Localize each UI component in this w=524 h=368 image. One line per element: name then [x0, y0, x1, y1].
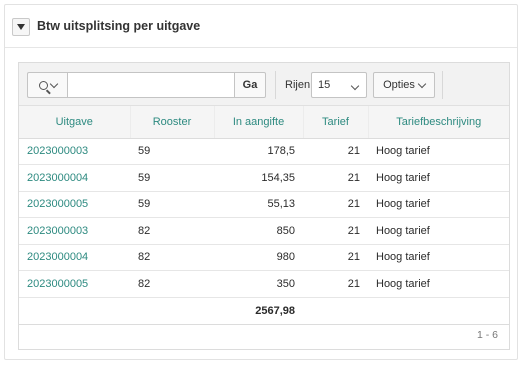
- empty-cell: [303, 297, 368, 325]
- rooster-cell: 82: [130, 244, 214, 271]
- beschrijving-cell: Hoog tarief: [368, 191, 509, 218]
- search-column-menu[interactable]: [27, 72, 67, 98]
- options-button[interactable]: Opties: [373, 72, 435, 98]
- column-header-in-aangifte[interactable]: In aangifte: [214, 106, 304, 139]
- aangifte-total: 2567,98: [214, 297, 303, 325]
- tarief-cell: 21: [303, 217, 368, 245]
- uitgave-link[interactable]: 2023000005: [19, 191, 130, 218]
- panel-title: Btw uitsplitsing per uitgave: [37, 19, 201, 33]
- search-input[interactable]: [67, 72, 235, 98]
- column-header-tarief[interactable]: Tarief: [303, 106, 369, 139]
- report-region: Ga Rijen 15 Opties Uitgave Rooster In aa…: [18, 62, 510, 350]
- rooster-cell: 59: [130, 164, 214, 192]
- rooster-cell: 59: [130, 191, 214, 218]
- empty-cell: [19, 297, 130, 325]
- aangifte-cell: 178,5: [214, 138, 303, 165]
- vat-breakdown-panel: Btw uitsplitsing per uitgave Ga Rijen 15…: [4, 4, 518, 360]
- options-label: Opties: [383, 79, 415, 91]
- toolbar-divider: [442, 71, 443, 99]
- tarief-cell: 21: [303, 164, 368, 192]
- uitgave-link[interactable]: 2023000005: [19, 270, 130, 298]
- total-row: 2567,98: [19, 297, 509, 325]
- vat-table: Uitgave Rooster In aangifte Tarief Tarie…: [19, 106, 509, 325]
- table-row: 2023000005 59 55,13 21 Hoog tarief: [19, 191, 509, 218]
- table-row: 2023000005 82 350 21 Hoog tarief: [19, 270, 509, 298]
- tarief-cell: 21: [303, 270, 368, 298]
- tarief-cell: 21: [303, 191, 368, 218]
- column-header-uitgave[interactable]: Uitgave: [19, 106, 131, 139]
- rooster-cell: 82: [130, 217, 214, 245]
- table-header-row: Uitgave Rooster In aangifte Tarief Tarie…: [19, 106, 509, 139]
- tarief-cell: 21: [303, 244, 368, 271]
- rooster-cell: 82: [130, 270, 214, 298]
- empty-cell: [368, 297, 509, 325]
- aangifte-cell: 350: [214, 270, 303, 298]
- beschrijving-cell: Hoog tarief: [368, 217, 509, 245]
- report-toolbar: Ga Rijen 15 Opties: [19, 63, 509, 106]
- triangle-down-icon: [17, 24, 25, 30]
- beschrijving-cell: Hoog tarief: [368, 244, 509, 271]
- chevron-down-icon: [49, 79, 58, 88]
- rows-per-page-value: 15: [318, 79, 331, 91]
- search-icon: [38, 80, 48, 90]
- go-button[interactable]: Ga: [235, 72, 266, 98]
- aangifte-cell: 55,13: [214, 191, 303, 218]
- tarief-cell: 21: [303, 138, 368, 165]
- aangifte-cell: 980: [214, 244, 303, 271]
- aangifte-cell: 154,35: [214, 164, 303, 192]
- table-row: 2023000004 59 154,35 21 Hoog tarief: [19, 164, 509, 192]
- uitgave-link[interactable]: 2023000004: [19, 244, 130, 271]
- beschrijving-cell: Hoog tarief: [368, 164, 509, 192]
- uitgave-link[interactable]: 2023000003: [19, 217, 130, 245]
- column-header-tariefbeschrijving[interactable]: Tariefbeschrijving: [368, 106, 509, 139]
- column-header-rooster[interactable]: Rooster: [130, 106, 215, 139]
- toolbar-divider: [275, 71, 276, 99]
- uitgave-link[interactable]: 2023000004: [19, 164, 130, 192]
- beschrijving-cell: Hoog tarief: [368, 138, 509, 165]
- rows-label: Rijen: [285, 79, 311, 91]
- chevron-down-icon: [417, 79, 427, 88]
- table-row: 2023000003 59 178,5 21 Hoog tarief: [19, 138, 509, 165]
- empty-cell: [130, 297, 214, 325]
- uitgave-link[interactable]: 2023000003: [19, 138, 130, 165]
- search-bar: Ga: [27, 72, 266, 98]
- table-row: 2023000003 82 850 21 Hoog tarief: [19, 217, 509, 245]
- rooster-cell: 59: [130, 138, 214, 165]
- table-row: 2023000004 82 980 21 Hoog tarief: [19, 244, 509, 271]
- aangifte-cell: 850: [214, 217, 303, 245]
- beschrijving-cell: Hoog tarief: [368, 270, 509, 298]
- chevron-down-icon: [350, 81, 360, 91]
- rows-per-page-select[interactable]: 15: [311, 72, 367, 98]
- panel-header: Btw uitsplitsing per uitgave: [5, 5, 517, 48]
- pagination-range: 1 - 6: [476, 329, 498, 341]
- collapse-button[interactable]: [12, 18, 30, 36]
